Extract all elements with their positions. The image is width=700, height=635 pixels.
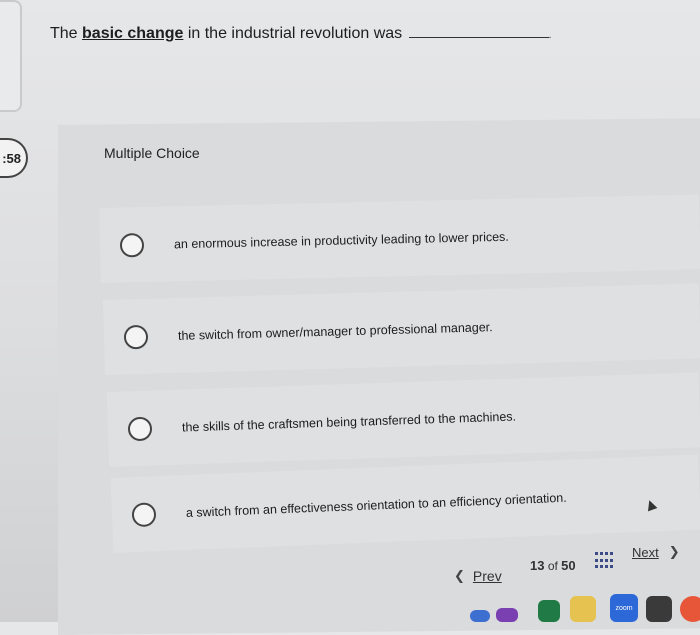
zoom-label: zoom	[615, 604, 633, 612]
question-text: The basic change in the industrial revol…	[50, 25, 551, 43]
chevron-left-icon: ❮	[454, 568, 465, 583]
multiple-choice-heading: Multiple Choice	[104, 145, 200, 161]
radio-button-2[interactable]	[123, 324, 149, 349]
answer-option-label: a switch from an effectiveness orientati…	[185, 490, 567, 520]
answer-option-label: the switch from owner/manager to profess…	[177, 319, 493, 343]
answer-option-label: an enormous increase in productivity lea…	[173, 229, 509, 251]
radio-button-1[interactable]	[119, 232, 145, 258]
question-prefix: The	[50, 25, 83, 42]
of-text: of	[547, 559, 558, 573]
question-end-mark: .	[548, 30, 552, 41]
answer-blank	[408, 36, 549, 38]
question-suffix: in the industrial revolution was	[183, 25, 403, 42]
answer-option-1[interactable]: an enormous increase in productivity lea…	[99, 194, 700, 283]
page-counter: 13 of 50	[530, 558, 576, 573]
calculator-icon[interactable]	[646, 596, 672, 622]
total-pages: 50	[561, 558, 576, 573]
prev-label: Prev	[472, 568, 502, 584]
radio-button-3[interactable]	[127, 416, 153, 441]
current-page: 13	[530, 558, 545, 573]
answer-option-label: the skills of the craftsmen being transf…	[181, 408, 517, 435]
radio-button-4[interactable]	[131, 501, 157, 527]
zoom-icon[interactable]: zoom	[610, 594, 638, 622]
next-label: Next	[632, 544, 659, 560]
next-button[interactable]: Next ❯	[632, 544, 680, 560]
excel-icon[interactable]	[538, 600, 560, 622]
taskbar-dock: zoom	[470, 590, 700, 622]
app-icon-blue[interactable]	[496, 608, 518, 622]
timer-text: :58	[2, 150, 21, 166]
app-icon-purple[interactable]	[470, 610, 490, 622]
question-emphasis: basic change	[82, 25, 184, 42]
question-grid-icon[interactable]	[595, 552, 613, 570]
timer-badge: :58	[0, 138, 28, 178]
app-icon-yellow[interactable]	[570, 596, 596, 622]
question-navigation: ❮ Prev 13 of 50 Next ❯	[440, 540, 700, 584]
prev-button[interactable]: ❮ Prev	[454, 568, 502, 584]
previous-card-edge	[0, 0, 22, 112]
app-icon-orange[interactable]	[680, 596, 700, 622]
chevron-right-icon: ❯	[668, 544, 680, 559]
